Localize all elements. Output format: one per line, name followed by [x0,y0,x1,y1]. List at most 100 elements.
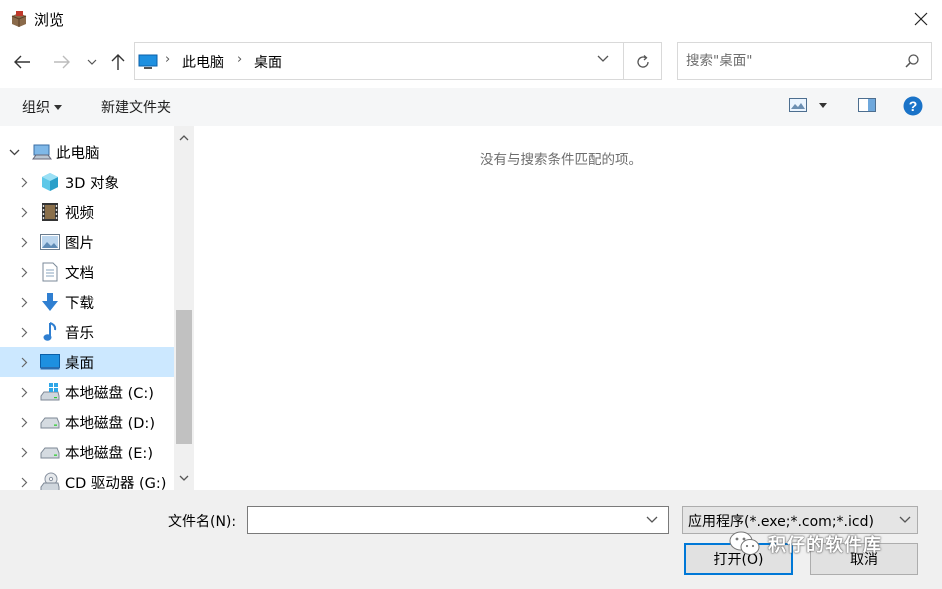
help-icon: ? [903,96,923,116]
help-button[interactable]: ? [903,96,923,116]
chevron-right-icon[interactable] [18,476,30,488]
music-icon [40,322,60,342]
svg-text:?: ? [909,98,918,114]
tree-item[interactable]: 此电脑 [0,137,174,167]
monitor-icon [138,54,158,70]
tree-item[interactable]: 本地磁盘 (D:) [0,407,174,437]
filename-input[interactable] [252,510,642,530]
scroll-down-button[interactable] [174,470,194,486]
window-title: 浏览 [34,11,65,29]
search-icon[interactable] [904,53,920,69]
address-bar[interactable]: › 此电脑 › 桌面 [134,42,662,80]
tree-item[interactable]: 视频 [0,197,174,227]
back-arrow-icon [14,55,30,69]
back-button[interactable] [10,50,34,74]
scroll-up-button[interactable] [174,130,194,146]
chevron-down-icon [899,516,911,524]
organize-button[interactable]: 组织 [22,97,62,117]
filename-combobox[interactable] [247,506,669,534]
chevron-right-icon[interactable] [18,416,30,428]
refresh-icon [637,55,649,68]
video-icon [40,202,60,222]
command-toolbar: 组织 新建文件夹 ? [0,88,942,126]
navigation-pane: 此电脑 3D 对象视频图片文档下载音乐桌面本地磁盘 (C:) 本地磁盘 (D:) 本地… [0,126,196,490]
chevron-right-icon[interactable] [18,386,30,398]
up-button[interactable] [106,50,130,74]
wechat-icon [729,531,760,555]
scrollbar-thumb[interactable] [176,310,192,444]
new-folder-button[interactable]: 新建文件夹 [101,97,171,117]
preview-pane-button[interactable] [858,98,876,112]
drive-icon [40,442,60,462]
tree-item[interactable]: 3D 对象 [0,167,174,197]
recent-locations-button[interactable] [84,50,100,74]
tree-item-label: 桌面 [65,356,94,372]
caret-down-icon [819,102,827,108]
filename-dropdown-button[interactable] [646,516,658,524]
watermark: 积仔的软件库 [728,530,882,558]
caret-down-icon [54,104,62,110]
chevron-right-icon[interactable] [18,176,30,188]
view-icon [789,98,807,112]
chevron-right-icon[interactable] [18,296,30,308]
breadcrumb-separator[interactable]: › [237,52,242,67]
chevron-right-icon[interactable] [18,206,30,218]
tree-item[interactable]: 桌面 [0,347,174,377]
drive-icon [40,412,60,432]
tree-item[interactable]: 下载 [0,287,174,317]
address-history-dropdown[interactable] [591,55,615,69]
filename-label: 文件名(N): [168,514,237,530]
search-box[interactable] [677,42,932,80]
watermark-text: 积仔的软件库 [768,535,882,556]
computer-icon [32,142,52,162]
tree-item-label: CD 驱动器 (G:) [65,476,167,490]
chevron-down-icon [597,55,609,62]
tree-item-label: 视频 [65,206,94,222]
tree-item-label: 音乐 [65,326,94,342]
tree-item-label: 文档 [65,266,94,282]
file-list[interactable]: 没有与搜索条件匹配的项。 [196,126,942,490]
tree-item-label: 下载 [65,296,94,312]
divider [623,43,624,79]
chevron-right-icon[interactable] [18,326,30,338]
chevron-right-icon[interactable] [18,266,30,278]
nav-scrollbar[interactable] [174,126,194,490]
desktop-icon [40,352,60,372]
tree-item[interactable]: 文档 [0,257,174,287]
tree-item[interactable]: 音乐 [0,317,174,347]
tree-item[interactable]: CD 驱动器 (G:) [0,467,174,490]
tree-item[interactable]: 本地磁盘 (C:) [0,377,174,407]
refresh-button[interactable] [631,50,655,74]
documents-icon [40,262,60,282]
empty-results-message: 没有与搜索条件匹配的项。 [480,152,642,168]
forward-arrow-icon [54,55,70,69]
file-type-value: 应用程序(*.exe;*.com;*.icd) [688,514,874,530]
cd-drive-icon [40,472,60,490]
search-input[interactable] [686,51,896,71]
chevron-right-icon[interactable] [18,236,30,248]
download-icon [40,292,60,312]
tree-item[interactable]: 图片 [0,227,174,257]
change-view-button[interactable] [789,98,827,112]
chevron-down-icon [87,59,97,65]
chevron-down-icon[interactable] [8,146,20,158]
preview-pane-icon [858,98,876,112]
close-button[interactable] [904,4,938,34]
tree-item[interactable]: 本地磁盘 (E:) [0,437,174,467]
chevron-down-icon [179,475,189,481]
breadcrumb-this-pc[interactable]: 此电脑 [182,52,224,72]
chevron-down-icon [646,516,658,523]
breadcrumb-desktop[interactable]: 桌面 [254,52,282,72]
tree-item-label: 本地磁盘 (E:) [65,446,153,462]
organize-label: 组织 [22,100,50,116]
pictures-icon [40,232,60,252]
tree-item-label: 此电脑 [56,146,100,162]
tree-item-label: 3D 对象 [65,176,119,192]
chevron-right-icon[interactable] [18,356,30,368]
forward-button[interactable] [50,50,74,74]
breadcrumb-separator[interactable]: › [165,52,170,67]
tree-item-label: 本地磁盘 (D:) [65,416,155,432]
app-icon [10,10,28,28]
chevron-right-icon[interactable] [18,446,30,458]
close-icon [914,12,928,26]
